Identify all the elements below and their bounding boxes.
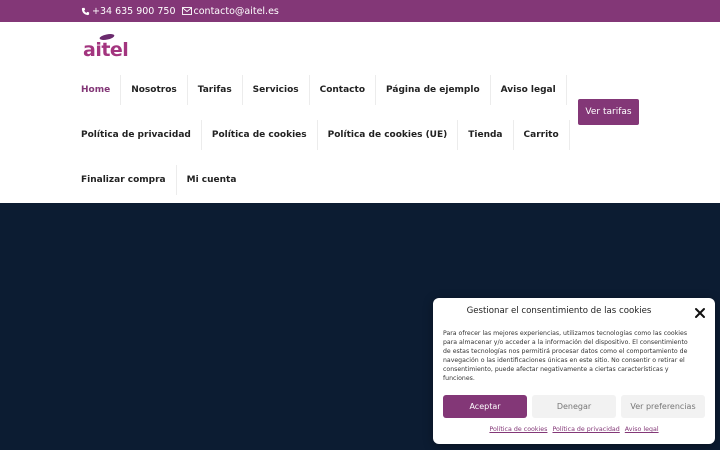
nav-home[interactable]: Home [71,75,122,105]
accept-button[interactable]: Aceptar [443,395,527,418]
privacy-policy-link[interactable]: Política de privacidad [552,426,619,433]
nav-tienda[interactable]: Tienda [458,120,514,150]
nav-servicios[interactable]: Servicios [243,75,310,105]
nav-finalizar-compra[interactable]: Finalizar compra [71,165,177,195]
deny-button[interactable]: Denegar [532,395,616,418]
nav-politica-cookies[interactable]: Política de cookies [202,120,318,150]
site-header: aitel Home Nosotros Tarifas Servicios Co… [0,22,720,203]
logo-text: aitel [83,39,129,61]
nav-carrito[interactable]: Carrito [514,120,570,150]
top-contact-bar: +34 635 900 750 contacto@aitel.es [0,0,720,22]
main-nav-row-2: Política de privacidad Política de cooki… [71,120,570,150]
consent-title: Gestionar el consentimiento de las cooki… [466,306,652,316]
phone-contact[interactable]: +34 635 900 750 [81,6,176,17]
nav-aviso-legal[interactable]: Aviso legal [491,75,567,105]
legal-notice-link[interactable]: Aviso legal [625,426,659,433]
consent-links: Política de cookies Política de privacid… [433,426,715,433]
nav-nosotros[interactable]: Nosotros [121,75,188,105]
nav-contacto[interactable]: Contacto [310,75,377,105]
phone-text: +34 635 900 750 [92,5,176,17]
main-nav-row-1: Home Nosotros Tarifas Servicios Contacto… [71,75,567,105]
nav-politica-cookies-ue[interactable]: Política de cookies (UE) [318,120,459,150]
phone-icon [81,7,90,15]
nav-mi-cuenta[interactable]: Mi cuenta [177,165,247,195]
nav-politica-privacidad[interactable]: Política de privacidad [71,120,202,150]
email-text: contacto@aitel.es [193,5,279,17]
view-preferences-button[interactable]: Ver preferencias [621,395,705,418]
email-contact[interactable]: contacto@aitel.es [181,5,279,17]
ver-tarifas-button[interactable]: Ver tarifas [578,99,639,125]
nav-pagina-ejemplo[interactable]: Página de ejemplo [376,75,491,105]
envelope-icon [181,7,192,15]
main-nav-row-3: Finalizar compra Mi cuenta [71,165,246,195]
site-logo[interactable]: aitel [83,33,133,61]
close-icon[interactable] [694,307,706,319]
nav-tarifas[interactable]: Tarifas [188,75,243,105]
cookie-policy-link[interactable]: Política de cookies [489,426,547,433]
cookie-consent-dialog: Gestionar el consentimiento de las cooki… [433,298,715,444]
consent-body-text: Para ofrecer las mejores experiencias, u… [443,330,688,382]
